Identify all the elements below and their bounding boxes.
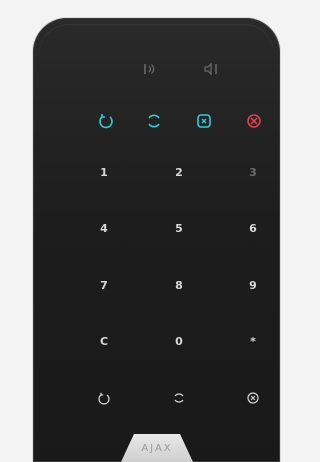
disarm-indicator-icon[interactable] bbox=[97, 112, 115, 130]
key-3[interactable]: 3 bbox=[236, 161, 270, 185]
alert-indicator-icon[interactable] bbox=[245, 112, 263, 130]
device-photo: 1 2 3 4 5 6 7 8 9 C 0 * AJAX bbox=[0, 0, 313, 462]
brand-logo: AJAX bbox=[141, 443, 173, 454]
arm-button[interactable] bbox=[162, 386, 196, 410]
arm-indicator-icon[interactable] bbox=[145, 112, 163, 130]
key-1[interactable]: 1 bbox=[87, 161, 121, 185]
key-8[interactable]: 8 bbox=[162, 274, 196, 298]
key-clear[interactable]: C bbox=[87, 330, 121, 354]
disarm-button[interactable] bbox=[87, 386, 121, 410]
key-4[interactable]: 4 bbox=[87, 217, 121, 241]
brand-logo-tab: AJAX bbox=[121, 434, 193, 462]
key-function[interactable]: * bbox=[236, 330, 270, 354]
key-5[interactable]: 5 bbox=[162, 217, 196, 241]
nfc-reader-icon bbox=[142, 62, 158, 76]
night-mode-indicator-icon[interactable] bbox=[195, 112, 213, 130]
panic-button[interactable] bbox=[236, 386, 270, 410]
status-indicator-row bbox=[33, 112, 280, 132]
key-2[interactable]: 2 bbox=[162, 161, 196, 185]
key-7[interactable]: 7 bbox=[87, 274, 121, 298]
key-6[interactable]: 6 bbox=[236, 217, 270, 241]
panic-icon bbox=[247, 392, 259, 404]
key-0[interactable]: 0 bbox=[162, 330, 196, 354]
keypad-device: 1 2 3 4 5 6 7 8 9 C 0 * AJAX bbox=[33, 18, 280, 462]
disarm-icon bbox=[98, 392, 110, 405]
speaker-icon bbox=[203, 62, 219, 76]
arm-icon bbox=[174, 393, 184, 403]
key-9[interactable]: 9 bbox=[236, 274, 270, 298]
